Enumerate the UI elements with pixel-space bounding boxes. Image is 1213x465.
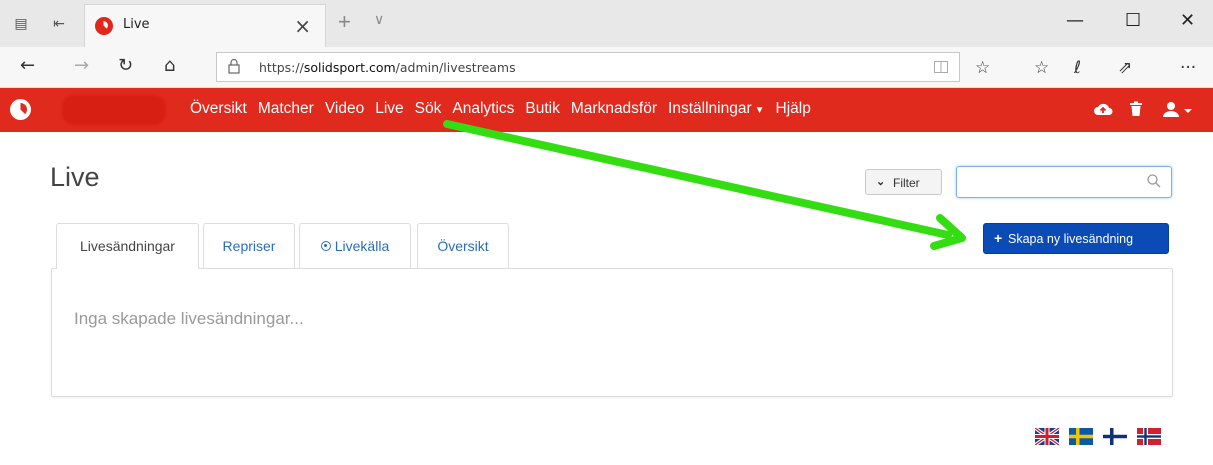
nav-item-installningar-label: Inställningar xyxy=(668,100,752,117)
redacted-club-name xyxy=(62,95,166,125)
nav-item-video[interactable]: Video xyxy=(325,100,364,118)
share-icon[interactable]: ⇗ xyxy=(1118,58,1132,78)
cloud-upload-icon[interactable] xyxy=(1093,101,1113,117)
url-domain: solidsport.com xyxy=(303,60,396,75)
livestreams-panel: Inga skapade livesändningar... xyxy=(51,268,1173,397)
create-livestream-button[interactable]: + Skapa ny livesändning xyxy=(983,223,1169,254)
filter-label: Filter xyxy=(893,176,920,190)
page-title: Live xyxy=(50,162,100,192)
solidsport-logo-icon[interactable] xyxy=(10,99,31,120)
tab-preview-chevron-icon[interactable]: ∨ xyxy=(374,11,384,28)
nav-item-sok[interactable]: Sök xyxy=(415,100,442,118)
sweden-flag-icon[interactable] xyxy=(1069,428,1093,445)
uk-flag-icon[interactable] xyxy=(1035,428,1059,445)
lock-icon xyxy=(228,58,240,74)
nav-item-matcher[interactable]: Matcher xyxy=(258,100,314,118)
tab-repriser[interactable]: Repriser xyxy=(203,223,295,268)
search-input[interactable] xyxy=(956,166,1172,198)
minimize-icon[interactable]: — xyxy=(1066,10,1084,31)
new-tab-icon[interactable]: + xyxy=(338,9,351,35)
nav-item-analytics[interactable]: Analytics xyxy=(452,100,514,118)
main-menu: Översikt Matcher Video Live Sök Analytic… xyxy=(190,100,822,118)
create-livestream-label: Skapa ny livesändning xyxy=(1008,232,1134,246)
tab-close-icon[interactable]: × xyxy=(294,14,311,38)
nav-item-oversikt[interactable]: Översikt xyxy=(190,100,247,118)
favorite-star-icon[interactable]: ☆ xyxy=(975,58,990,78)
nav-item-butik[interactable]: Butik xyxy=(525,100,559,118)
chevron-down-icon: ⌄ xyxy=(876,176,886,188)
home-icon[interactable]: ⌂ xyxy=(164,55,175,76)
tab-oversikt[interactable]: Översikt xyxy=(417,223,509,268)
reading-view-icon[interactable] xyxy=(933,59,949,75)
filter-button[interactable]: ⌄ Filter xyxy=(865,169,942,195)
forward-icon[interactable]: → xyxy=(74,55,89,76)
tab-label-wrapper: Livekälla xyxy=(300,238,410,254)
browser-address-bar: ← → ↻ ⌂ https://solidsport.com/admin/liv… xyxy=(0,47,1213,88)
chevron-down-icon: ▼ xyxy=(754,105,765,116)
favorites-list-icon[interactable]: ☆ xyxy=(1034,58,1049,78)
plus-icon: + xyxy=(994,230,1003,246)
search-icon xyxy=(1147,174,1161,188)
finland-flag-icon[interactable] xyxy=(1103,428,1127,445)
empty-message: Inga skapade livesändningar... xyxy=(74,309,304,328)
tab-livesandningar[interactable]: Livesändningar xyxy=(56,223,199,269)
set-aside-tabs-icon[interactable]: ⇤ xyxy=(50,14,68,32)
user-menu-icon[interactable] xyxy=(1163,101,1195,117)
tab-title: Live xyxy=(123,17,150,32)
pen-icon[interactable]: ℓ xyxy=(1074,58,1081,78)
url-field[interactable]: https://solidsport.com/admin/livestreams xyxy=(216,52,960,82)
url-prefix: https:// xyxy=(259,60,304,75)
url-text: https://solidsport.com/admin/livestreams xyxy=(259,60,516,75)
back-icon[interactable]: ← xyxy=(20,55,35,76)
norway-flag-icon[interactable] xyxy=(1137,428,1161,445)
tab-label: Repriser xyxy=(222,238,276,254)
close-window-icon[interactable]: ✕ xyxy=(1180,10,1195,31)
more-icon[interactable]: ··· xyxy=(1180,58,1196,78)
solidsport-favicon-icon xyxy=(95,17,113,35)
site-navbar: Översikt Matcher Video Live Sök Analytic… xyxy=(0,88,1213,132)
tab-livekalla[interactable]: Livekälla xyxy=(299,223,411,268)
tab-label: Översikt xyxy=(437,238,489,254)
nav-item-hjalp[interactable]: Hjälp xyxy=(776,100,811,118)
nav-item-installningar[interactable]: Inställningar ▼ xyxy=(668,100,764,118)
url-path: /admin/livestreams xyxy=(395,60,516,75)
tab-label: Livesändningar xyxy=(80,238,175,254)
nav-item-marknadsfor[interactable]: Marknadsför xyxy=(571,100,657,118)
tab-actions-icon[interactable]: ▤ xyxy=(12,14,30,32)
refresh-icon[interactable]: ↻ xyxy=(118,55,133,76)
tab-label: Livekälla xyxy=(334,238,390,254)
nav-item-live[interactable]: Live xyxy=(375,100,403,118)
radio-icon xyxy=(320,241,331,251)
trash-icon[interactable] xyxy=(1129,101,1143,117)
browser-tab-live[interactable]: Live × xyxy=(84,4,326,47)
maximize-icon[interactable]: ☐ xyxy=(1125,10,1141,31)
browser-tab-bar: ▤ ⇤ Live × + ∨ — ☐ ✕ xyxy=(0,0,1213,47)
